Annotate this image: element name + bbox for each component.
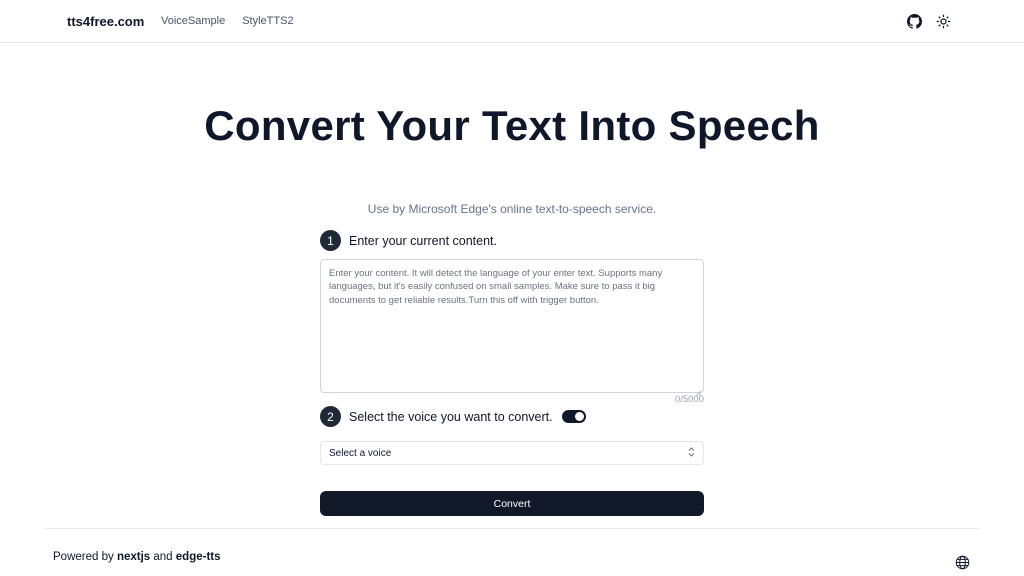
voice-select[interactable]: Select a voice	[320, 441, 704, 465]
main-nav: VoiceSample StyleTTS2	[161, 15, 294, 27]
step-number-badge: 1	[320, 230, 341, 251]
voice-select-value: Select a voice	[329, 447, 392, 459]
language-detect-toggle[interactable]	[561, 410, 586, 423]
convert-button[interactable]: Convert	[320, 491, 704, 516]
globe-icon[interactable]	[954, 554, 970, 570]
resize-handle-icon[interactable]	[695, 384, 702, 397]
footer-credits: Powered by nextjs and edge-tts	[53, 551, 221, 563]
footer-prefix: Powered by	[53, 551, 114, 563]
top-nav-bar: tts4free.com VoiceSample StyleTTS2	[0, 0, 1024, 43]
step-2-label: Select the voice you want to convert.	[349, 409, 553, 424]
nav-link-voicesample[interactable]: VoiceSample	[161, 15, 225, 27]
footer-divider	[45, 528, 979, 529]
footer-tech-nextjs: nextjs	[116, 551, 151, 563]
step-1-label: Enter your current content.	[349, 233, 497, 248]
character-counter: 0/5000	[674, 394, 704, 405]
brand-logo-link[interactable]: tts4free.com	[67, 14, 144, 29]
step-2-header: 2 Select the voice you want to convert.	[320, 406, 586, 427]
github-icon[interactable]	[905, 12, 923, 30]
footer-joiner: and	[153, 551, 173, 563]
sun-icon[interactable]	[934, 12, 952, 30]
footer-tech-edgetts: edge-tts	[175, 551, 221, 563]
content-textarea[interactable]	[320, 259, 704, 393]
nav-link-styletts2[interactable]: StyleTTS2	[242, 15, 293, 27]
page-title: Convert Your Text Into Speech	[204, 102, 820, 149]
step-1-header: 1 Enter your current content.	[320, 230, 497, 251]
page-subtitle: Use by Microsoft Edge's online text-to-s…	[367, 202, 657, 216]
step-number-badge: 2	[320, 406, 341, 427]
toggle-knob	[574, 412, 584, 421]
chevron-up-down-icon	[688, 447, 695, 459]
